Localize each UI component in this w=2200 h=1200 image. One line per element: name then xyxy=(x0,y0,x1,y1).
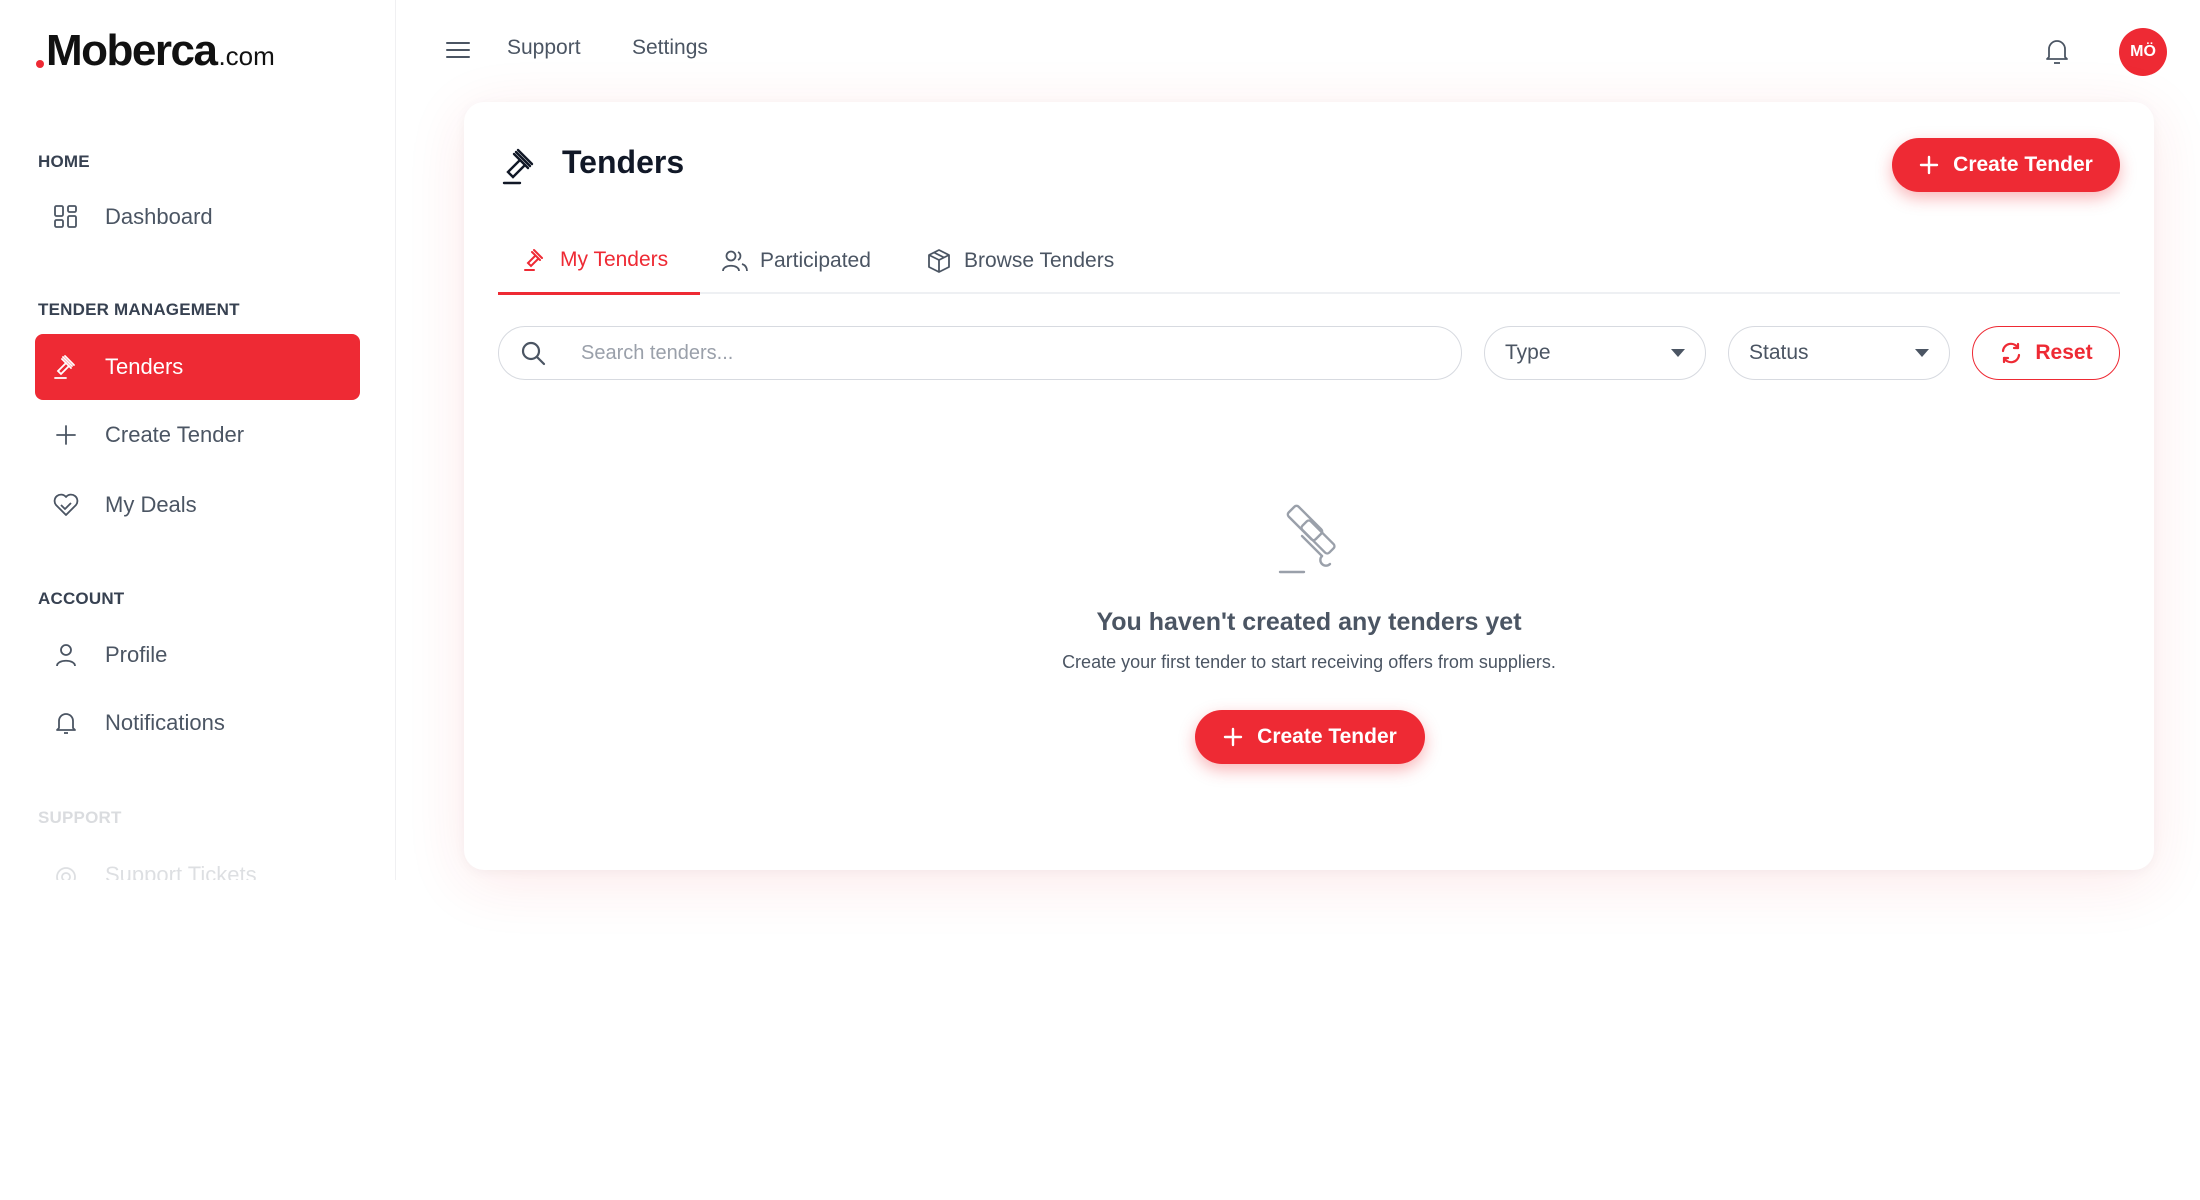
tab-participated[interactable]: Participated xyxy=(722,228,871,294)
gavel-icon xyxy=(522,247,548,273)
tab-label: My Tenders xyxy=(560,248,669,271)
empty-state-subtitle: Create your first tender to start receiv… xyxy=(1062,652,1556,672)
reset-button-label: Reset xyxy=(2035,341,2093,364)
gavel-icon xyxy=(500,146,540,186)
search-box[interactable] xyxy=(498,326,1462,380)
sidebar-item-label: Tenders xyxy=(105,354,184,379)
top-link-settings[interactable]: Settings xyxy=(632,36,708,60)
user-icon xyxy=(51,640,81,670)
sidebar-item-label: My Deals xyxy=(105,492,197,517)
logo-dot xyxy=(36,60,44,68)
top-link-support[interactable]: Support xyxy=(507,36,581,60)
section-title-tender-management: TENDER MANAGEMENT xyxy=(38,300,240,319)
users-icon xyxy=(722,248,748,274)
bell-icon xyxy=(51,708,81,738)
plus-icon xyxy=(1223,727,1243,747)
tabs: My Tenders Participated Browse Tenders xyxy=(498,228,2120,295)
empty-create-tender-label: Create Tender xyxy=(1257,725,1397,748)
plus-icon xyxy=(1919,155,1939,175)
dashboard-icon xyxy=(51,202,81,232)
logo-brand: Moberca xyxy=(46,26,218,75)
tenders-card: Tenders Create Tender My Tenders Partici… xyxy=(464,102,2154,870)
tab-browse-tenders[interactable]: Browse Tenders xyxy=(926,228,1114,294)
sidebar-item-dashboard[interactable]: Dashboard xyxy=(35,184,360,250)
caret-down-icon xyxy=(1915,349,1929,357)
empty-gavel-icon xyxy=(1264,494,1352,582)
type-select[interactable]: Type xyxy=(1484,326,1706,380)
logo[interactable]: Moberca .com xyxy=(36,26,275,76)
tab-label: Browse Tenders xyxy=(964,249,1115,272)
sidebar-item-label: Profile xyxy=(105,642,168,667)
sidebar-item-label: Create Tender xyxy=(105,422,245,447)
plus-icon xyxy=(51,420,81,450)
sidebar-item-my-deals[interactable]: My Deals xyxy=(35,472,360,538)
sidebar-item-label: Support Tickets xyxy=(105,862,257,880)
section-title-home: HOME xyxy=(38,152,90,171)
support-icon xyxy=(51,862,81,880)
create-tender-button[interactable]: Create Tender xyxy=(1892,138,2120,192)
sidebar-item-notifications[interactable]: Notifications xyxy=(35,690,360,756)
tab-my-tenders[interactable]: My Tenders xyxy=(498,228,700,295)
sidebar-item-profile[interactable]: Profile xyxy=(35,622,360,688)
empty-state-title: You haven't created any tenders yet xyxy=(1096,608,1522,636)
cube-icon xyxy=(926,248,952,274)
status-select[interactable]: Status xyxy=(1728,326,1950,380)
page-title: Tenders xyxy=(562,144,685,180)
empty-create-tender-button[interactable]: Create Tender xyxy=(1195,710,1425,764)
sidebar-item-tenders[interactable]: Tenders xyxy=(35,334,360,400)
reset-button[interactable]: Reset xyxy=(1972,326,2120,380)
notifications-bell-icon[interactable] xyxy=(2042,36,2072,66)
logo-tld: .com xyxy=(218,41,275,71)
menu-toggle-icon[interactable] xyxy=(444,36,472,64)
refresh-icon xyxy=(1999,341,2023,365)
sidebar-item-create-tender[interactable]: Create Tender xyxy=(35,402,360,468)
type-select-label: Type xyxy=(1505,341,1551,364)
search-input[interactable] xyxy=(581,341,1381,365)
status-select-label: Status xyxy=(1749,341,1809,364)
section-title-account: ACCOUNT xyxy=(38,589,125,608)
create-tender-button-label: Create Tender xyxy=(1953,153,2093,176)
handshake-heart-icon xyxy=(51,490,81,520)
avatar[interactable]: MÖ xyxy=(2119,28,2167,76)
sidebar-item-label: Dashboard xyxy=(105,204,213,229)
caret-down-icon xyxy=(1671,349,1685,357)
sidebar-item-support-tickets[interactable]: Support Tickets xyxy=(35,840,360,880)
gavel-icon xyxy=(51,352,81,382)
sidebar: Moberca .com HOME Dashboard TENDER MANAG… xyxy=(0,0,396,880)
search-icon xyxy=(519,339,547,367)
tab-label: Participated xyxy=(760,249,871,272)
section-title-support: SUPPORT xyxy=(38,808,122,827)
sidebar-item-label: Notifications xyxy=(105,710,225,735)
